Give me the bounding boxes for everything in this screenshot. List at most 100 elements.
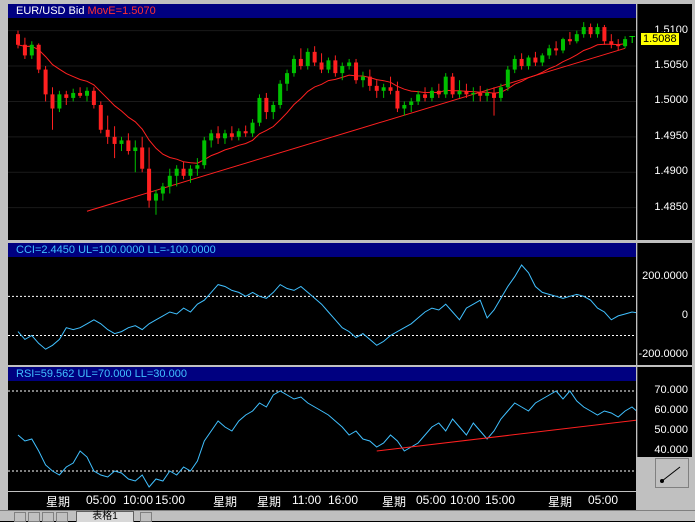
candle-body bbox=[567, 39, 572, 42]
candle-body bbox=[195, 165, 200, 169]
time-axis: 星期 05:00 10:00 15:00 星期 星期 11:00 16:00 星期 05:00 10… bbox=[8, 492, 636, 510]
candle-body bbox=[347, 62, 352, 67]
candle-body bbox=[174, 168, 179, 176]
candle-body bbox=[57, 94, 62, 109]
candle-body bbox=[354, 62, 359, 81]
price-tick-label: 1.4900 bbox=[654, 165, 688, 178]
time-tick-label: 星期 bbox=[257, 495, 282, 509]
candle-body bbox=[257, 97, 262, 123]
price-pane[interactable]: EUR/USD Bid MovE=1.5070 T bbox=[8, 4, 636, 240]
candle-body bbox=[153, 193, 158, 201]
time-tick-label: 16:00 bbox=[328, 493, 359, 507]
candle-body bbox=[188, 168, 193, 176]
time-tick-label: 05:00 bbox=[416, 493, 447, 507]
sheet-tab[interactable]: 表格1 bbox=[76, 511, 134, 522]
candle-body bbox=[312, 51, 317, 63]
candle-body bbox=[36, 44, 41, 70]
cci-chart[interactable] bbox=[8, 243, 636, 365]
candle-body bbox=[216, 133, 221, 139]
indicator-tick-label: 70.000 bbox=[654, 384, 688, 396]
candle-body bbox=[16, 34, 20, 45]
sheet-scroll-button[interactable] bbox=[140, 512, 152, 522]
candle-body bbox=[533, 57, 538, 63]
candle-body bbox=[43, 69, 48, 95]
rsi-axis: 70.00060.00050.00040.00030.000 bbox=[637, 367, 692, 476]
candle-body bbox=[112, 136, 117, 144]
candle-body bbox=[126, 140, 131, 152]
cci-pane[interactable]: CCI=2.4450 UL=100.0000 LL=-100.0000 bbox=[8, 243, 636, 365]
candle-body bbox=[423, 94, 428, 98]
candle-body bbox=[209, 133, 214, 141]
candle-body bbox=[478, 92, 483, 96]
candle-body bbox=[609, 41, 614, 45]
candle-body bbox=[305, 51, 310, 67]
last-sheet-button[interactable] bbox=[56, 512, 68, 522]
candle-body bbox=[71, 92, 76, 98]
time-tick-label: 星期 bbox=[382, 495, 407, 509]
price-axis: 1.4850 1.4900 1.4950 1.5000 1.5050 1.5100 1.50… bbox=[637, 4, 692, 240]
candle-body bbox=[595, 27, 600, 35]
next-sheet-button[interactable] bbox=[42, 512, 54, 522]
candle-body bbox=[505, 69, 510, 88]
candle-body bbox=[29, 44, 34, 56]
candle-body bbox=[492, 92, 497, 98]
candle-body bbox=[333, 60, 338, 74]
candle-body bbox=[202, 140, 207, 166]
candle-body bbox=[457, 90, 462, 95]
prev-sheet-button[interactable] bbox=[28, 512, 40, 522]
indicator-tick-label: 200.0000 bbox=[642, 269, 688, 282]
rsi-chart[interactable] bbox=[8, 367, 636, 491]
last-price-marker: T bbox=[629, 35, 635, 46]
candle-body bbox=[561, 39, 566, 51]
candle-body bbox=[340, 66, 345, 74]
rsi-pane[interactable]: RSI=59.562 UL=70.000 LL=30.000 bbox=[8, 367, 636, 491]
time-tick-label: 10:00 bbox=[123, 493, 154, 507]
candle-body bbox=[526, 57, 531, 67]
price-tick-label: 1.4950 bbox=[654, 129, 688, 142]
line-tool-icon bbox=[660, 466, 681, 483]
candle-body bbox=[381, 87, 386, 91]
candle-body bbox=[222, 133, 227, 139]
candle-body bbox=[581, 27, 586, 35]
indicator-tick-label: 0 bbox=[681, 308, 688, 321]
price-chart[interactable]: T bbox=[8, 4, 636, 240]
indicator-tick-label: 60.000 bbox=[654, 404, 688, 416]
price-tick-label: 1.4850 bbox=[654, 200, 688, 213]
candle-body bbox=[540, 55, 545, 63]
candle-body bbox=[64, 94, 69, 98]
candle-body bbox=[291, 58, 296, 74]
draw-tool-button[interactable] bbox=[655, 458, 689, 488]
candle-body bbox=[519, 58, 524, 67]
candle-body bbox=[167, 175, 172, 187]
candle-body bbox=[285, 73, 290, 84]
candle-body bbox=[264, 97, 269, 113]
candle-body bbox=[574, 34, 579, 42]
candle-body bbox=[278, 83, 283, 105]
cci-axis: 200.0000 0 -200.0000 bbox=[637, 243, 692, 365]
candle-body bbox=[547, 48, 552, 56]
time-tick-label: 05:00 bbox=[588, 493, 619, 507]
candle-body bbox=[91, 90, 96, 105]
time-tick-label: 星期 bbox=[548, 495, 573, 509]
candle-body bbox=[388, 87, 393, 91]
candle-body bbox=[616, 44, 621, 47]
indicator-tick-label: 40.000 bbox=[654, 444, 688, 456]
candle-body bbox=[243, 131, 248, 134]
candle-body bbox=[250, 122, 255, 134]
candle-body bbox=[471, 92, 476, 95]
candle-body bbox=[298, 58, 303, 67]
candle-body bbox=[229, 133, 234, 137]
time-tick-label: 05:00 bbox=[86, 493, 117, 507]
price-tick-label: 1.5000 bbox=[654, 94, 688, 107]
price-tick-label: 1.5050 bbox=[654, 59, 688, 72]
indicator-tick-label: 50.000 bbox=[654, 424, 688, 436]
current-price-tag: 1.5088 bbox=[640, 32, 680, 47]
first-sheet-button[interactable] bbox=[14, 512, 26, 522]
time-tick-label: 15:00 bbox=[485, 493, 516, 507]
candle-body bbox=[360, 76, 365, 81]
candle-body bbox=[98, 104, 103, 130]
candle-body bbox=[105, 129, 110, 137]
trend-line bbox=[376, 419, 636, 452]
candle-body bbox=[464, 90, 469, 95]
candle-body bbox=[147, 168, 152, 201]
